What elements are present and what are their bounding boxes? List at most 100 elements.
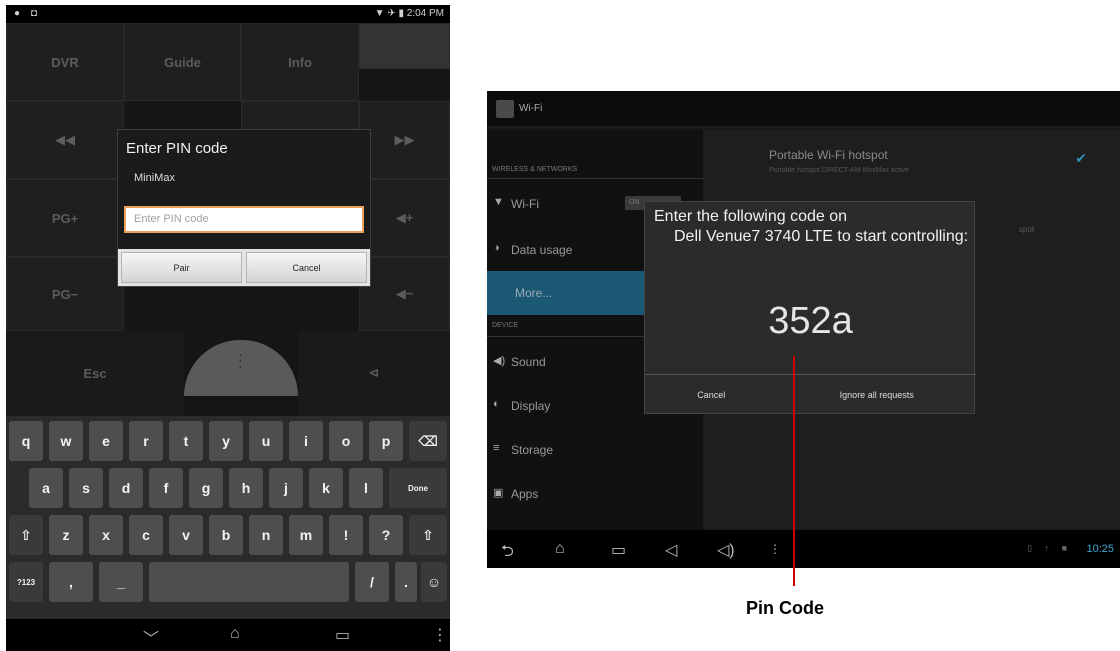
sidebar-item-label: Storage	[511, 443, 554, 457]
tablet-nav-bar: ⮌ ⌂ ▭ ◁ ◁) ⋮ ▯ ↑ ■ 10:25	[487, 530, 1120, 568]
emoji-key[interactable]: ☺	[421, 562, 447, 602]
key-e[interactable]: e	[89, 421, 123, 461]
sidebar-item-label: Apps	[511, 487, 539, 501]
key-z[interactable]: z	[49, 515, 83, 555]
key-t[interactable]: t	[169, 421, 203, 461]
settings-title-bar: Wi-Fi	[487, 91, 1120, 128]
wifi-icon: ▼	[493, 196, 504, 208]
cancel-button[interactable]: Cancel	[246, 252, 367, 283]
key-h[interactable]: h	[229, 468, 263, 508]
category-device: DEVICE	[492, 322, 519, 329]
dvr-button[interactable]: DVR	[6, 23, 124, 101]
page-down-button[interactable]: PG−	[6, 257, 124, 331]
sidebar-item-apps[interactable]: ▣ Apps	[487, 474, 703, 514]
space-key[interactable]	[149, 562, 349, 602]
key-k[interactable]: k	[309, 468, 343, 508]
back-icon[interactable]: ﹀	[143, 625, 159, 649]
volume-down-icon[interactable]: ◁	[665, 540, 677, 560]
key-p[interactable]: p	[369, 421, 403, 461]
guide-button[interactable]: Guide	[124, 23, 241, 101]
shift-left-key[interactable]: ⇧	[9, 515, 43, 555]
backspace-key[interactable]: ⌫	[409, 421, 447, 461]
sidebar-item-label: More...	[515, 286, 553, 300]
key-b[interactable]: b	[209, 515, 243, 555]
divider	[487, 178, 703, 179]
category-wireless: WIRELESS & NETWORKS	[492, 166, 578, 173]
key-w[interactable]: w	[49, 421, 83, 461]
sidebar-item-storage[interactable]: ≡ Storage	[487, 430, 703, 470]
key-slash[interactable]: /	[355, 562, 389, 602]
key-c[interactable]: c	[129, 515, 163, 555]
partial-text: spot	[1019, 225, 1035, 234]
back-icon[interactable]: ⮌	[501, 540, 514, 567]
key-n[interactable]: n	[249, 515, 283, 555]
phone-nav-bar: ﹀ ⌂ ▭ ⋮	[6, 619, 450, 651]
key-question[interactable]: ?	[369, 515, 403, 555]
sidebar-item-label: Display	[511, 399, 551, 413]
callout-line	[793, 356, 795, 586]
sound-icon: ◀)	[493, 355, 506, 367]
key-u[interactable]: u	[249, 421, 283, 461]
home-icon[interactable]: ⌂	[230, 625, 240, 643]
recent-apps-icon[interactable]: ▭	[335, 625, 350, 645]
key-g[interactable]: g	[189, 468, 223, 508]
ignore-all-requests-button[interactable]: Ignore all requests	[777, 375, 976, 415]
info-button[interactable]: Info	[241, 23, 359, 101]
mute-button[interactable]: ⊲	[298, 331, 450, 415]
hotspot-title[interactable]: Portable Wi-Fi hotspot	[769, 148, 888, 162]
key-s[interactable]: s	[69, 468, 103, 508]
pin-dialog-buttons: Pair Cancel	[118, 249, 370, 286]
key-r[interactable]: r	[129, 421, 163, 461]
sidebar-item-label: Sound	[511, 355, 546, 369]
key-j[interactable]: j	[269, 468, 303, 508]
key-x[interactable]: x	[89, 515, 123, 555]
sidebar-item-label: Wi-Fi	[511, 197, 539, 211]
hotspot-subtitle: Portable hotspot DIRECT-AM-MiniMax activ…	[769, 167, 910, 174]
pin-dialog-title: Enter PIN code	[126, 140, 228, 157]
status-icons: ▯ ↑ ■	[1027, 543, 1072, 553]
key-dash[interactable]: _	[99, 562, 143, 602]
page-up-button[interactable]: PG+	[6, 179, 124, 257]
symbols-key[interactable]: ?123	[9, 562, 43, 602]
key-m[interactable]: m	[289, 515, 323, 555]
key-comma[interactable]: ,	[49, 562, 93, 602]
menu-icon[interactable]: ⋮	[432, 625, 448, 645]
phone-screen: ● ◘ ▼ ✈ ▮ 2:04 PM DVR Guide Info ◀◀ ▶ ▶▶…	[6, 5, 450, 651]
pin-dialog: Enter PIN code MiniMax Enter PIN code Pa…	[117, 129, 371, 287]
done-key[interactable]: Done	[389, 468, 447, 508]
page-title: Wi-Fi	[519, 103, 543, 114]
recent-apps-icon[interactable]: ▭	[611, 540, 626, 560]
drag-handle-icon: · · ·	[238, 346, 243, 374]
home-icon[interactable]: ⌂	[555, 540, 565, 558]
key-i[interactable]: i	[289, 421, 323, 461]
fast-forward-button[interactable]: ▶▶	[359, 101, 450, 179]
esc-button[interactable]: Esc	[6, 331, 184, 415]
sidebar-item-label: Data usage	[511, 243, 573, 257]
key-a[interactable]: a	[29, 468, 63, 508]
key-f[interactable]: f	[149, 468, 183, 508]
pin-input[interactable]: Enter PIN code	[124, 206, 364, 233]
check-icon[interactable]: ✔	[1075, 150, 1087, 167]
key-l[interactable]: l	[349, 468, 383, 508]
key-o[interactable]: o	[329, 421, 363, 461]
key-v[interactable]: v	[169, 515, 203, 555]
shift-right-key[interactable]: ⇧	[409, 515, 447, 555]
key-y[interactable]: y	[209, 421, 243, 461]
key-q[interactable]: q	[9, 421, 43, 461]
cancel-button[interactable]: Cancel	[645, 375, 777, 415]
settings-icon	[496, 100, 514, 118]
rewind-button[interactable]: ◀◀	[6, 101, 124, 179]
apps-icon: ▣	[493, 487, 504, 499]
pair-button[interactable]: Pair	[121, 252, 242, 283]
storage-icon: ≡	[493, 442, 500, 454]
menu-icon[interactable]: ⋮	[769, 542, 781, 556]
volume-up-button[interactable]: ◀+	[359, 179, 450, 257]
dialog-message-line1: Enter the following code on	[654, 208, 848, 225]
dialog-buttons: Cancel Ignore all requests	[645, 375, 976, 415]
top-right-button[interactable]	[359, 23, 450, 69]
volume-down-button[interactable]: ◀−	[359, 257, 450, 331]
key-exclamation[interactable]: !	[329, 515, 363, 555]
key-period[interactable]: .	[395, 562, 417, 602]
key-d[interactable]: d	[109, 468, 143, 508]
volume-up-icon[interactable]: ◁)	[717, 540, 735, 560]
